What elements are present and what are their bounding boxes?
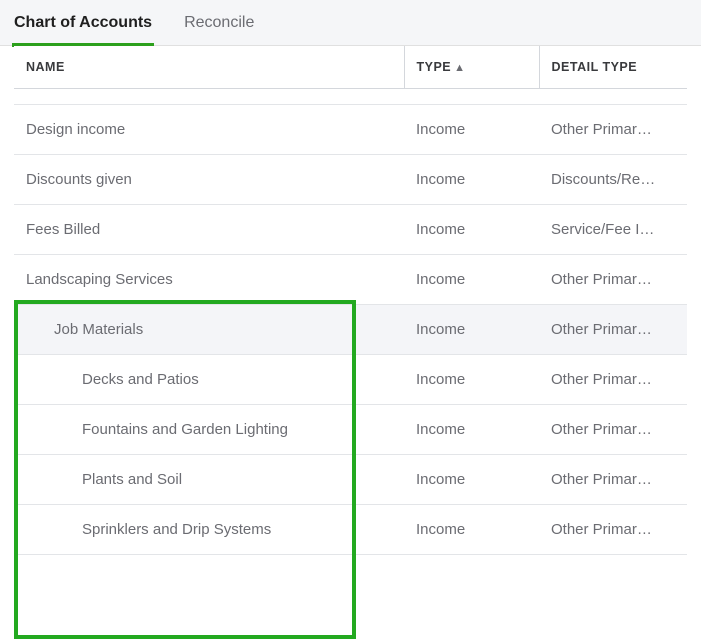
- cell-name: [14, 89, 404, 105]
- cell-type: Income: [404, 255, 539, 305]
- table-row[interactable]: Fees BilledIncomeService/Fee I…: [14, 205, 687, 255]
- cell-detail: Discounts/Re…: [539, 155, 687, 205]
- cell-detail: Other Primar…: [539, 105, 687, 155]
- table-row[interactable]: Sprinklers and Drip SystemsIncomeOther P…: [14, 505, 687, 555]
- cell-name: Decks and Patios: [14, 355, 404, 405]
- cell-type: Income: [404, 155, 539, 205]
- table-row[interactable]: Plants and SoilIncomeOther Primar…: [14, 455, 687, 505]
- cell-detail: Other Primar…: [539, 255, 687, 305]
- table-row[interactable]: Decks and PatiosIncomeOther Primar…: [14, 355, 687, 405]
- cell-type: Income: [404, 455, 539, 505]
- cell-type: Income: [404, 355, 539, 405]
- cell-name: Design income: [14, 105, 404, 155]
- accounts-table: NAME TYPE▲ DETAIL TYPE Design incomeInco…: [14, 46, 687, 555]
- cell-detail: Other Primar…: [539, 455, 687, 505]
- col-header-name[interactable]: NAME: [14, 46, 404, 89]
- cell-type: Income: [404, 305, 539, 355]
- accounts-table-wrapper: NAME TYPE▲ DETAIL TYPE Design incomeInco…: [0, 46, 701, 555]
- cell-name: Plants and Soil: [14, 455, 404, 505]
- cell-type: Income: [404, 505, 539, 555]
- cell-name: Landscaping Services: [14, 255, 404, 305]
- table-row[interactable]: Job MaterialsIncomeOther Primar…: [14, 305, 687, 355]
- table-header-row: NAME TYPE▲ DETAIL TYPE: [14, 46, 687, 89]
- tab-reconcile[interactable]: Reconcile: [184, 0, 254, 46]
- cell-name: Fountains and Garden Lighting: [14, 405, 404, 455]
- cell-type: Income: [404, 205, 539, 255]
- cell-type: Income: [404, 405, 539, 455]
- tab-bar: Chart of Accounts Reconcile: [0, 0, 701, 46]
- cell-detail: Other Primar…: [539, 305, 687, 355]
- cell-detail: Other Primar…: [539, 355, 687, 405]
- cell-name: Fees Billed: [14, 205, 404, 255]
- table-row[interactable]: Discounts givenIncomeDiscounts/Re…: [14, 155, 687, 205]
- cell-detail: Other Primar…: [539, 405, 687, 455]
- cell-detail: Other Primar…: [539, 505, 687, 555]
- cell-type: Income: [404, 105, 539, 155]
- cell-name: Sprinklers and Drip Systems: [14, 505, 404, 555]
- cell-type: [404, 89, 539, 105]
- cell-detail: Service/Fee I…: [539, 205, 687, 255]
- table-row[interactable]: Design incomeIncomeOther Primar…: [14, 105, 687, 155]
- cell-name: Discounts given: [14, 155, 404, 205]
- sort-asc-icon: ▲: [454, 62, 465, 74]
- table-row[interactable]: Fountains and Garden LightingIncomeOther…: [14, 405, 687, 455]
- col-header-type[interactable]: TYPE▲: [404, 46, 539, 89]
- tab-chart-of-accounts[interactable]: Chart of Accounts: [14, 0, 152, 46]
- cell-detail: [539, 89, 687, 105]
- table-row[interactable]: [14, 89, 687, 105]
- table-row[interactable]: Landscaping ServicesIncomeOther Primar…: [14, 255, 687, 305]
- col-header-detail[interactable]: DETAIL TYPE: [539, 46, 687, 89]
- cell-name: Job Materials: [14, 305, 404, 355]
